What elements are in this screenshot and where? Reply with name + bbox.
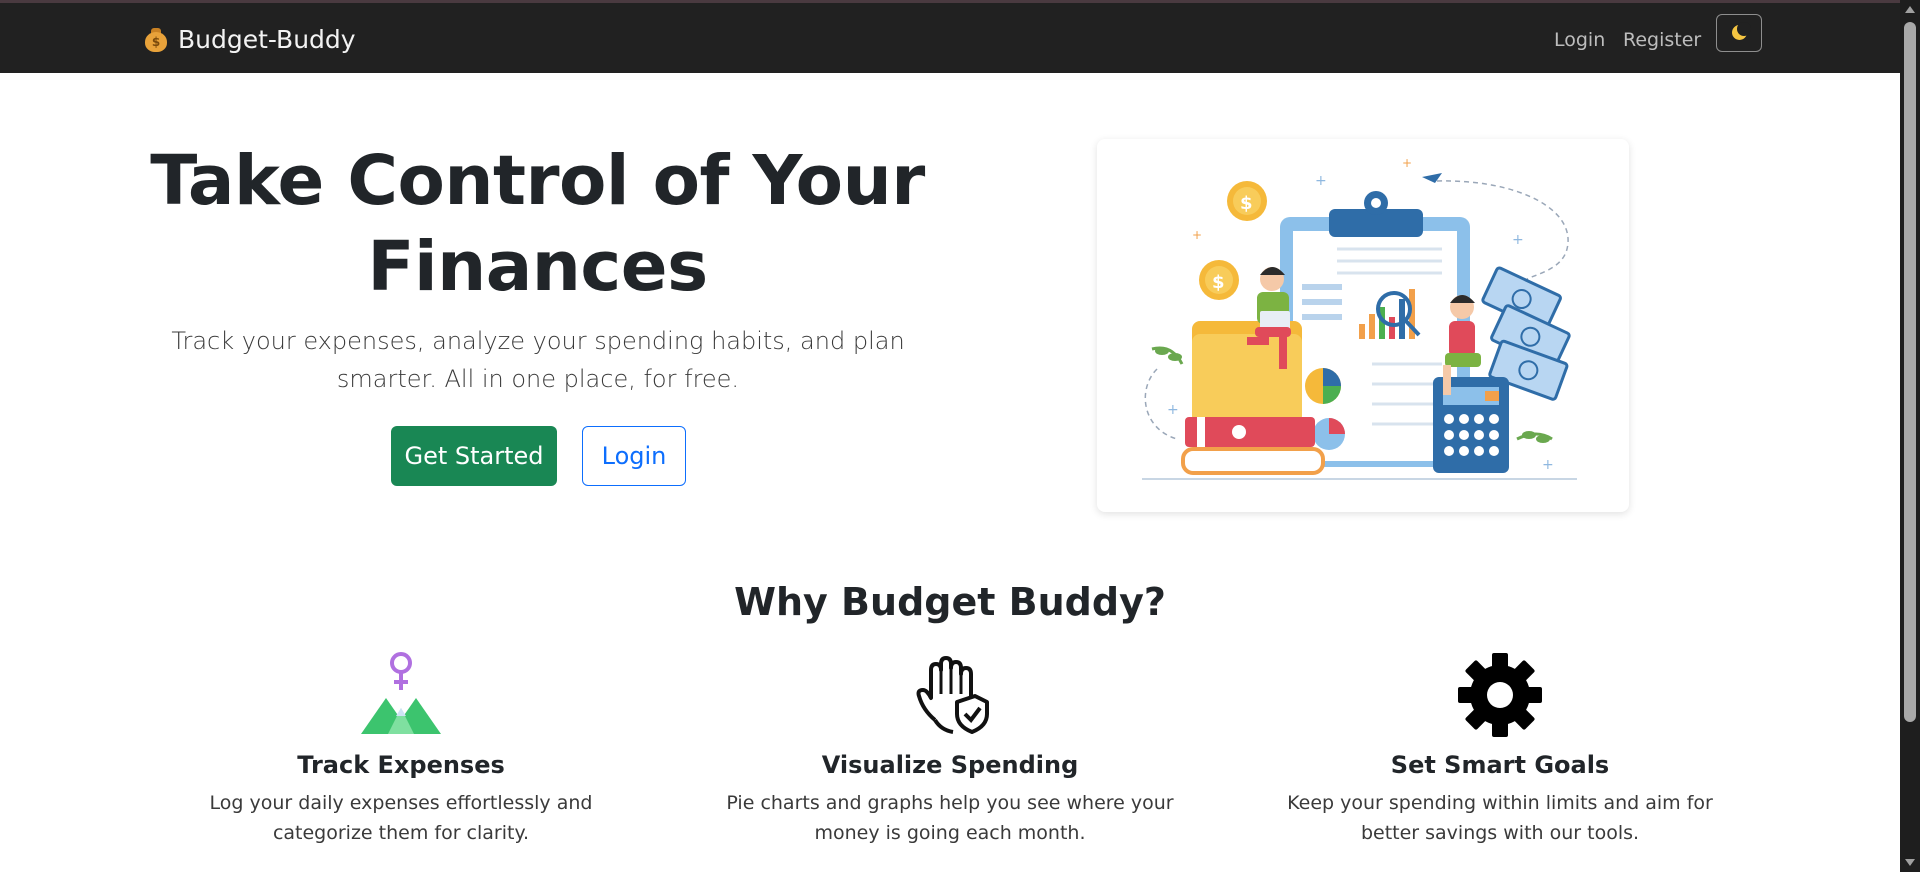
hero-title: Take Control of Your Finances xyxy=(150,141,925,307)
svg-text:+: + xyxy=(1315,173,1327,189)
brand-name: Budget-Buddy xyxy=(178,24,356,54)
finance-illustration: + + + + + + + $ $ xyxy=(1142,156,1577,480)
svg-text:$: $ xyxy=(1240,193,1253,214)
gear-icon xyxy=(1455,650,1545,740)
theme-toggle-button[interactable] xyxy=(1716,14,1762,52)
feature-title: Track Expenses xyxy=(297,751,505,779)
hero-image-card: + + + + + + + $ $ xyxy=(1097,139,1629,512)
svg-text:+: + xyxy=(1167,402,1179,418)
feature-visualize-spending: Visualize Spending Pie charts and graphs… xyxy=(690,650,1210,848)
brand-link[interactable]: $ Budget-Buddy xyxy=(144,23,356,55)
svg-text:$: $ xyxy=(1212,272,1225,293)
scroll-down-arrow-icon[interactable] xyxy=(1905,859,1915,866)
svg-text:+: + xyxy=(1512,232,1524,248)
scroll-thumb[interactable] xyxy=(1904,22,1916,722)
hand-shield-icon xyxy=(905,650,995,740)
feature-track-expenses: Track Expenses Log your daily expenses e… xyxy=(141,650,661,848)
svg-text:+: + xyxy=(1542,457,1554,473)
get-started-button[interactable]: Get Started xyxy=(391,426,557,486)
features-heading: Why Budget Buddy? xyxy=(734,580,1166,624)
svg-text:+: + xyxy=(1192,228,1202,242)
money-bag-icon: $ xyxy=(144,26,168,52)
hero-subtitle: Track your expenses, analyze your spendi… xyxy=(171,327,905,393)
feature-title: Visualize Spending xyxy=(821,751,1079,779)
hero-login-button[interactable]: Login xyxy=(582,426,686,486)
feature-set-smart-goals: Set Smart Goals Keep your spending withi… xyxy=(1240,650,1760,848)
page: $ Budget-Buddy Login Register Take Contr… xyxy=(0,0,1900,872)
feature-title: Set Smart Goals xyxy=(1390,751,1610,779)
vertical-scrollbar[interactable] xyxy=(1900,0,1920,872)
feature-text: Pie charts and graphs help you see where… xyxy=(726,792,1174,844)
navbar: $ Budget-Buddy Login Register xyxy=(0,3,1900,73)
mountain-pin-icon xyxy=(356,650,446,740)
moon-icon xyxy=(1730,22,1751,42)
scroll-up-arrow-icon[interactable] xyxy=(1905,6,1915,13)
nav-register-link[interactable]: Register xyxy=(1623,29,1701,51)
feature-text: Keep your spending within limits and aim… xyxy=(1287,792,1713,844)
nav-login-link[interactable]: Login xyxy=(1554,29,1605,51)
feature-text: Log your daily expenses effortlessly and… xyxy=(209,792,593,844)
svg-text:+: + xyxy=(1402,156,1412,170)
